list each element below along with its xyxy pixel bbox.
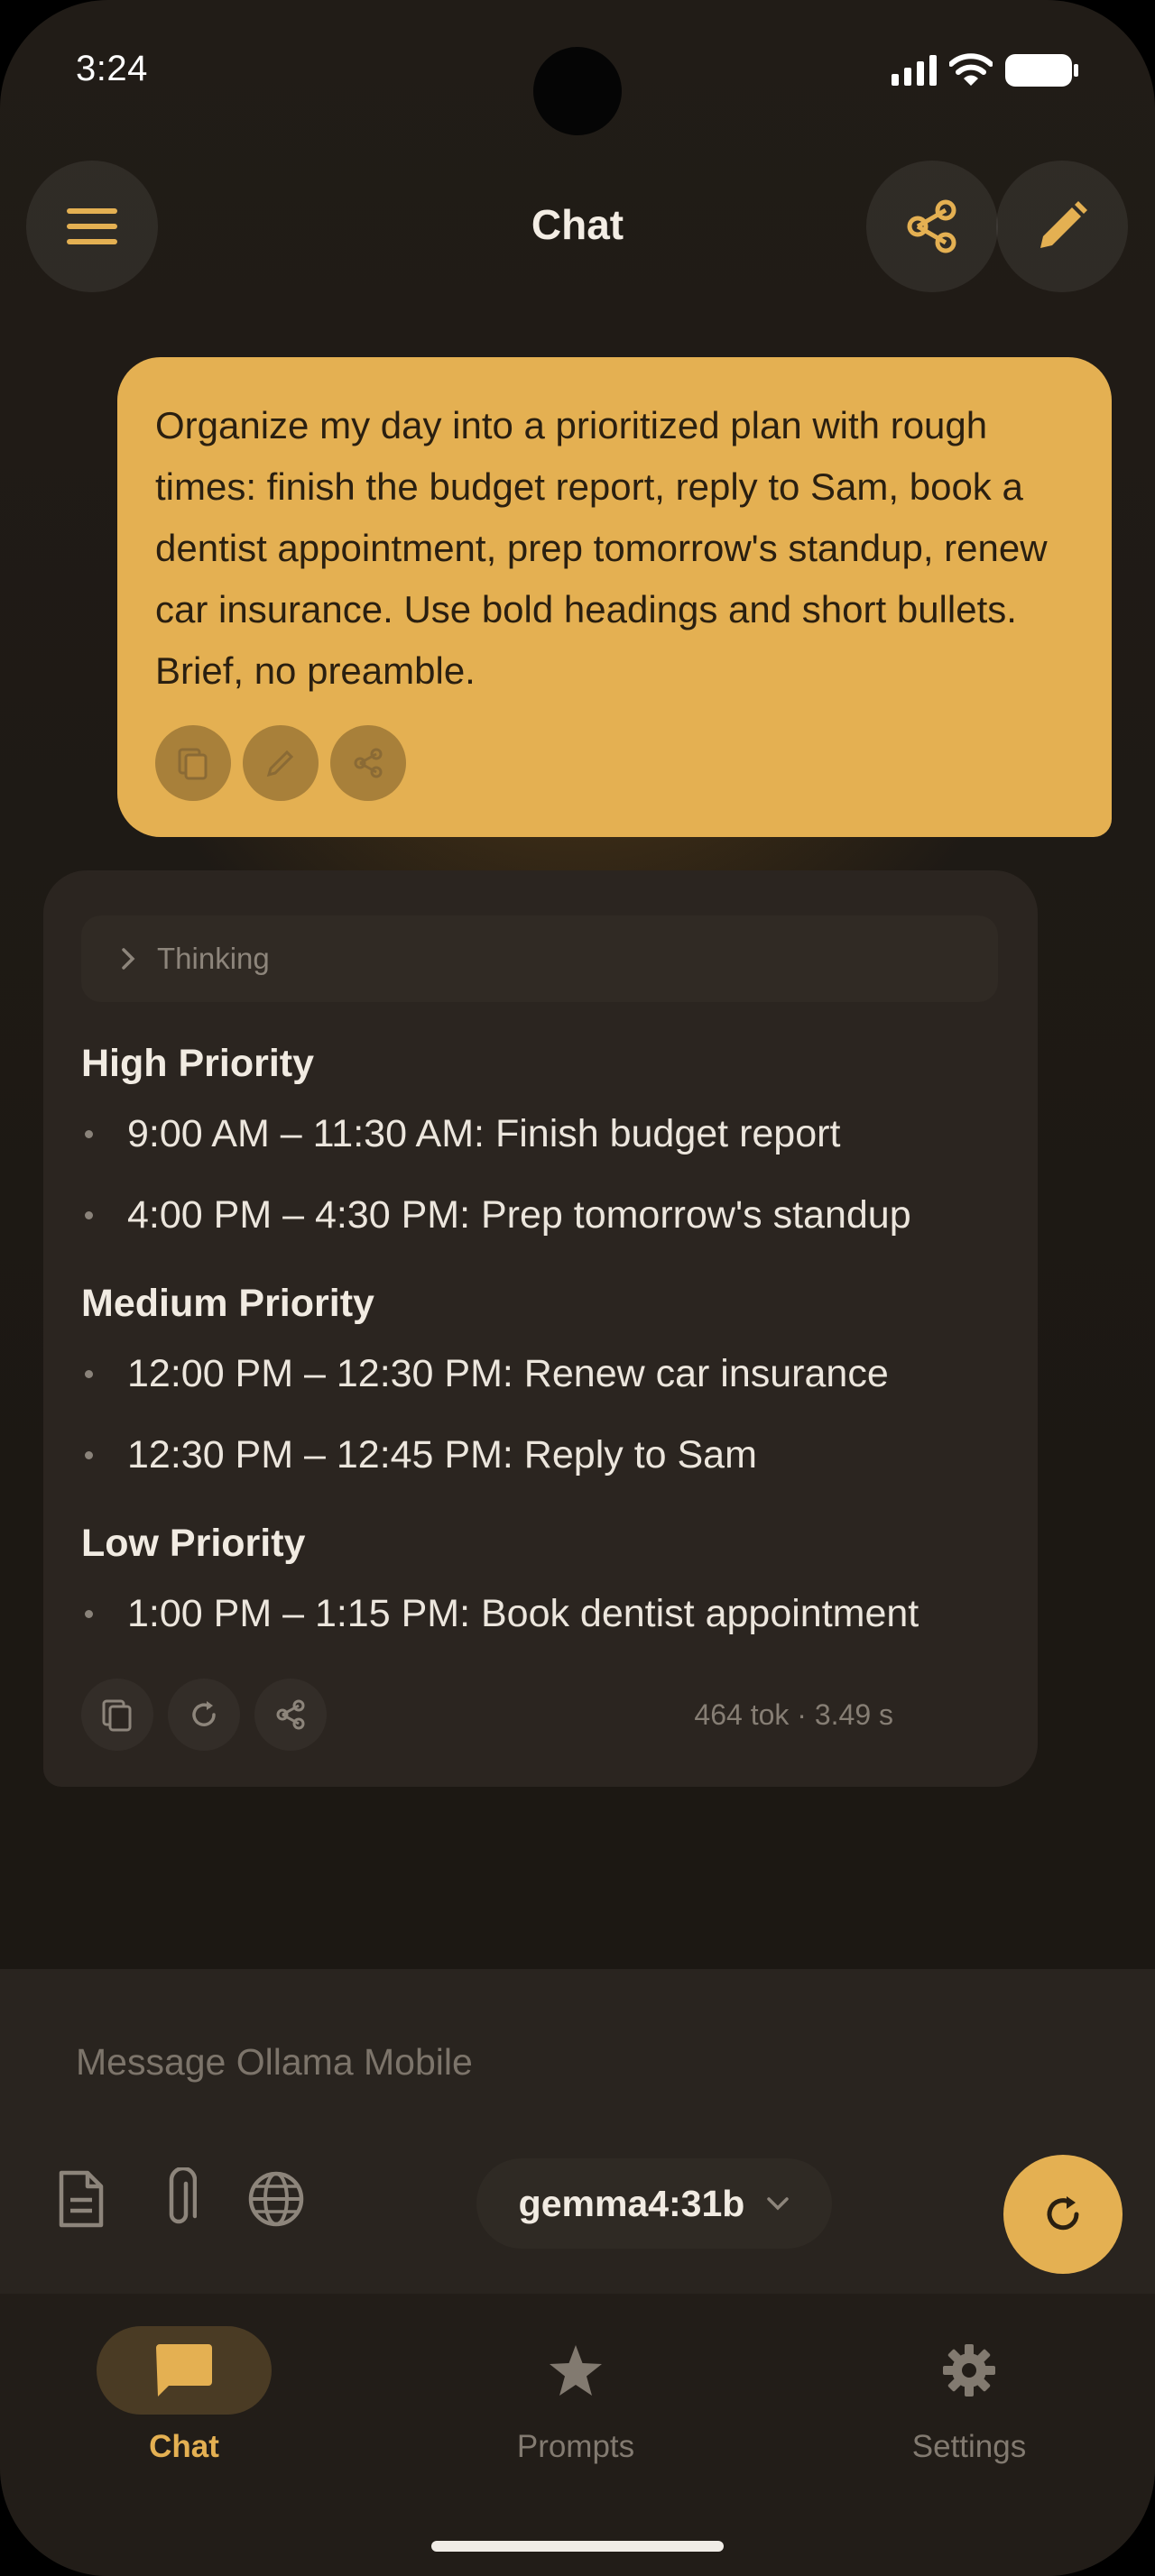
regenerate-button[interactable] xyxy=(168,1679,240,1751)
attach-document-button[interactable] xyxy=(45,2163,117,2235)
copy-icon xyxy=(178,748,208,780)
list-item: 4:00 PM – 4:30 PM: Prep tomorrow's stand… xyxy=(81,1193,911,1237)
chevron-down-icon xyxy=(767,2197,790,2211)
copy-icon xyxy=(102,1699,132,1732)
list-item-text: 4:00 PM – 4:30 PM: Prep tomorrow's stand… xyxy=(127,1193,911,1237)
share-response-button[interactable] xyxy=(254,1679,327,1751)
copy-message-button[interactable] xyxy=(155,725,231,801)
edit-message-button[interactable] xyxy=(243,725,319,801)
refresh-icon xyxy=(1047,2196,1079,2231)
attach-file-button[interactable] xyxy=(143,2163,215,2235)
user-message-bubble: Organize my day into a prioritized plan … xyxy=(117,357,1112,837)
nav-active-indicator xyxy=(97,2326,272,2415)
share-icon xyxy=(276,1699,305,1730)
chevron-right-icon xyxy=(122,948,135,970)
user-message-text: Organize my day into a prioritized plan … xyxy=(155,404,1048,692)
list-item: 12:30 PM – 12:45 PM: Reply to Sam xyxy=(81,1433,757,1477)
star-icon xyxy=(550,2345,602,2396)
model-selector[interactable]: gemma4:31b xyxy=(476,2158,832,2249)
assistant-message-card: Thinking High Priority 9:00 AM – 11:30 A… xyxy=(43,870,1038,1787)
section-heading: Low Priority xyxy=(81,1522,306,1565)
battery-icon xyxy=(1005,54,1078,87)
nav-item-settings[interactable]: Settings xyxy=(852,2326,1086,2465)
pencil-icon xyxy=(266,750,294,777)
bullet-dot xyxy=(85,1610,93,1618)
user-message-actions xyxy=(155,725,406,801)
cellular-signal-icon xyxy=(892,55,937,86)
camera-cutout xyxy=(533,47,622,135)
refresh-icon xyxy=(192,1701,216,1726)
copy-response-button[interactable] xyxy=(81,1679,153,1751)
response-stats: 464 tok · 3.49 s xyxy=(694,1698,893,1731)
nav-icon-container xyxy=(488,2326,663,2415)
nav-label: Chat xyxy=(149,2429,219,2464)
share-icon xyxy=(354,748,383,778)
status-time: 3:24 xyxy=(76,49,148,88)
section-heading: Medium Priority xyxy=(81,1282,374,1325)
pencil-icon xyxy=(1040,201,1087,248)
phone-screen: 3:24 Chat Organize my day into a priorit… xyxy=(0,0,1155,2576)
regenerate-send-button[interactable] xyxy=(1003,2155,1123,2274)
paperclip-icon xyxy=(169,2167,197,2224)
nav-label: Settings xyxy=(911,2429,1027,2464)
chat-bubble-icon xyxy=(156,2344,212,2397)
list-item-text: 12:00 PM – 12:30 PM: Renew car insurance xyxy=(127,1352,889,1395)
thinking-toggle[interactable]: Thinking xyxy=(81,915,998,1002)
message-input[interactable] xyxy=(76,2041,1077,2084)
bullet-dot xyxy=(85,1451,93,1459)
nav-icon-container xyxy=(882,2326,1057,2415)
wifi-icon xyxy=(949,53,993,86)
home-indicator[interactable] xyxy=(431,2541,724,2552)
status-icons xyxy=(892,52,1079,88)
nav-item-chat[interactable]: Chat xyxy=(67,2326,301,2465)
assistant-message-actions xyxy=(81,1679,327,1751)
gear-icon xyxy=(943,2344,995,2397)
bullet-dot xyxy=(85,1130,93,1138)
share-chat-button[interactable] xyxy=(866,161,998,292)
globe-icon xyxy=(248,2171,304,2227)
list-item-text: 12:30 PM – 12:45 PM: Reply to Sam xyxy=(127,1433,757,1477)
bullet-dot xyxy=(85,1211,93,1219)
nav-label: Prompts xyxy=(516,2429,635,2464)
list-item: 9:00 AM – 11:30 AM: Finish budget report xyxy=(81,1112,840,1156)
bullet-dot xyxy=(85,1370,93,1378)
section-heading: High Priority xyxy=(81,1042,315,1085)
nav-item-prompts[interactable]: Prompts xyxy=(458,2326,693,2465)
model-name: gemma4:31b xyxy=(518,2182,745,2224)
new-chat-button[interactable] xyxy=(996,161,1128,292)
share-icon xyxy=(907,199,956,253)
share-message-button[interactable] xyxy=(330,725,406,801)
message-composer: gemma4:31b xyxy=(0,1969,1155,2294)
list-item-text: 1:00 PM – 1:15 PM: Book dentist appointm… xyxy=(127,1592,919,1635)
thinking-label: Thinking xyxy=(157,942,270,975)
list-item-text: 9:00 AM – 11:30 AM: Finish budget report xyxy=(127,1112,841,1155)
document-icon xyxy=(59,2170,104,2228)
bottom-navigation: Chat Prompts Settings xyxy=(0,2294,1155,2576)
web-search-button[interactable] xyxy=(240,2163,312,2235)
list-item: 12:00 PM – 12:30 PM: Renew car insurance xyxy=(81,1352,889,1396)
list-item: 1:00 PM – 1:15 PM: Book dentist appointm… xyxy=(81,1592,919,1636)
